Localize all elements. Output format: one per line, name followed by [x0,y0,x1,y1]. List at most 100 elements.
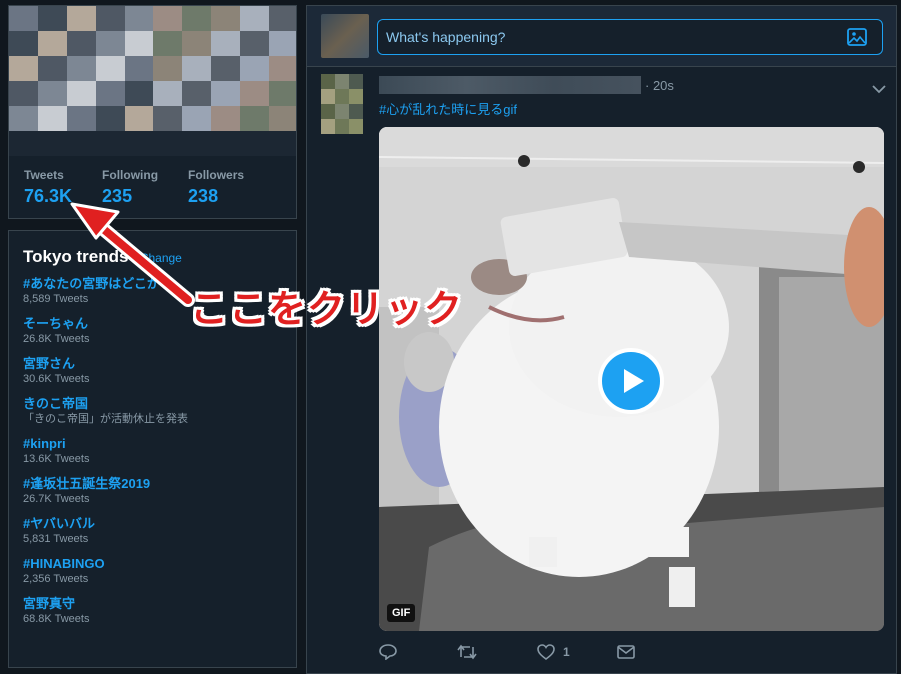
like-count: 1 [563,645,570,659]
play-button[interactable] [598,348,664,414]
pixel-block [124,6,154,31]
reply-icon [379,644,397,660]
stat-tweets[interactable]: Tweets 76.3K [24,168,72,207]
pixel-block [211,6,241,31]
trends-change-link[interactable]: · Change [132,251,181,265]
trend-item[interactable]: #逢坂壮五誕生祭2019 26.7K Tweets [23,475,282,507]
pixel-block [349,89,363,104]
pixel-block [335,89,349,104]
reply-button[interactable] [379,644,457,660]
tweet-text[interactable]: #心が乱れた時に見るgif [379,99,517,118]
trend-name[interactable]: #kinpri [23,435,282,452]
pixel-block [9,56,38,81]
image-icon[interactable] [847,28,867,46]
compose-box: What's happening? [307,6,896,67]
pixel-block [66,6,96,31]
trend-name[interactable]: #ヤバいバル [23,515,282,532]
pixel-block [240,31,270,56]
pixel-block [321,119,335,134]
pixel-block [211,106,241,131]
profile-card: Tweets 76.3K Following 235 Followers 238 [8,5,297,219]
retweet-button[interactable] [457,644,537,660]
pixel-block [124,31,154,56]
pixel-block [66,56,96,81]
avatar[interactable] [321,14,369,58]
envelope-icon [617,645,635,659]
pixel-block [37,81,67,106]
trend-item[interactable]: 宮野さん 30.6K Tweets [23,355,282,387]
pixel-block [182,56,212,81]
pixel-block [269,81,296,106]
trend-meta: 26.7K Tweets [23,493,90,505]
pixel-block [153,6,183,31]
pixel-block [124,56,154,81]
pixel-block [153,81,183,106]
pixel-block [321,89,335,104]
pixel-block [37,31,67,56]
trend-item[interactable]: 宮野真守 68.8K Tweets [23,595,282,627]
tweet-timestamp[interactable]: · 20s [645,78,674,93]
pixel-block [9,81,38,106]
pixel-block [124,81,154,106]
trend-meta: 5,831 Tweets [23,533,89,545]
trend-name[interactable]: 宮野さん [23,355,282,372]
pixel-block [269,131,296,156]
trend-meta: 30.6K Tweets [23,373,90,385]
pixel-block [9,31,38,56]
trend-item[interactable]: きのこ帝国 「きのこ帝国」が活動休止を発表 [23,395,282,427]
chevron-down-icon[interactable] [872,84,886,94]
pixel-block [95,81,125,106]
pixel-block [66,81,96,106]
trend-name[interactable]: #逢坂壮五誕生祭2019 [23,475,282,492]
stat-followers[interactable]: Followers 238 [188,168,244,207]
trend-item[interactable]: #HINABINGO 2,356 Tweets [23,555,282,587]
pixel-block [269,31,296,56]
avatar[interactable] [321,74,363,134]
compose-input[interactable]: What's happening? [377,19,883,55]
play-icon [624,369,644,393]
pixel-block [95,131,125,156]
profile-banner-blurred [9,6,296,156]
trend-meta: 13.6K Tweets [23,453,90,465]
stat-label: Tweets [24,168,64,182]
pixel-block [153,131,183,156]
trend-item[interactable]: #ヤバいバル 5,831 Tweets [23,515,282,547]
gif-media[interactable]: GIF [379,127,884,631]
stat-following[interactable]: Following 235 [102,168,158,207]
pixel-block [240,6,270,31]
annotation-label: ここをクリック [190,287,464,331]
pixel-block [66,31,96,56]
pixel-block [269,106,296,131]
pixel-block [240,56,270,81]
author-name-blurred[interactable] [379,76,641,94]
pixel-block [321,74,335,89]
pixel-block [349,119,363,134]
trend-name[interactable]: きのこ帝国 [23,395,282,412]
tweet-actions: 1 [379,644,635,660]
pixel-block [124,131,154,156]
direct-message-button[interactable] [617,645,635,659]
pixel-block [335,104,349,119]
stat-label: Followers [188,168,245,182]
trend-meta: 26.8K Tweets [23,333,90,345]
pixel-block [335,74,349,89]
pixel-block [182,31,212,56]
like-button[interactable]: 1 [537,644,617,660]
heart-icon [537,644,555,660]
trends-title: Tokyo trends [23,247,129,266]
pixel-block [269,56,296,81]
stat-value: 235 [102,186,133,206]
trend-name[interactable]: 宮野真守 [23,595,282,612]
pixel-block [240,131,270,156]
pixel-block [9,131,38,156]
pixel-block [66,106,96,131]
pixel-block [95,6,125,31]
pixel-block [153,56,183,81]
pixel-block [211,56,241,81]
trend-item[interactable]: #kinpri 13.6K Tweets [23,435,282,467]
pixel-block [335,119,349,134]
pixel-block [240,106,270,131]
trend-name[interactable]: #HINABINGO [23,555,282,572]
pixel-block [321,104,335,119]
timeline: What's happening? · 20s #心が乱れた時に見るgif GI… [306,5,897,674]
